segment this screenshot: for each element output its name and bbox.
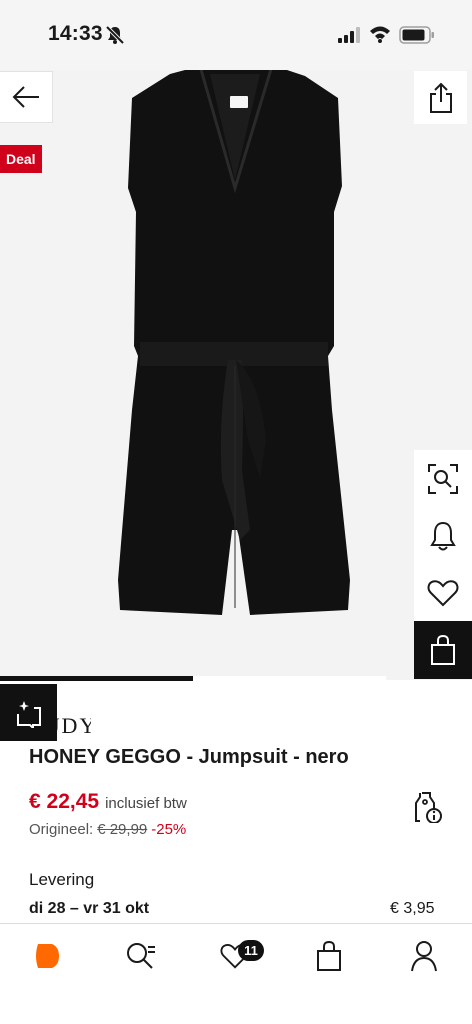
search-list-icon	[127, 943, 155, 969]
delivery-cost: € 3,95	[390, 900, 435, 917]
add-to-bag-button[interactable]	[414, 621, 472, 679]
similar-items-icon	[16, 700, 41, 728]
back-button[interactable]	[0, 71, 53, 123]
arrow-left-icon	[12, 86, 39, 108]
gallery-progress-fill	[0, 676, 193, 681]
tab-wishlist[interactable]: 11	[205, 934, 265, 978]
deal-badge: Deal	[0, 145, 42, 173]
original-price-row: Origineel: € 29,99 -25%	[29, 821, 186, 838]
mute-icon	[105, 25, 125, 45]
status-time: 14:33	[48, 22, 103, 45]
price-tag-info-icon	[415, 792, 442, 823]
tab-bag[interactable]	[299, 934, 359, 978]
original-price: € 29,99	[97, 821, 148, 838]
current-price: € 22,45	[29, 790, 100, 813]
delivery-label: Levering	[29, 870, 95, 889]
product-gallery[interactable]	[0, 0, 472, 680]
bag-icon	[431, 634, 455, 665]
share-button[interactable]	[414, 71, 467, 124]
side-actions	[414, 450, 472, 679]
price-row: € 22,45 inclusief btw	[29, 790, 187, 814]
vat-note: inclusief btw	[105, 795, 187, 812]
bell-icon	[430, 521, 456, 550]
price-alert-bell-button[interactable]	[414, 507, 472, 564]
discount-percent: -25%	[151, 821, 187, 838]
visual-search-button[interactable]	[414, 450, 472, 507]
product-image	[118, 65, 350, 615]
tab-account[interactable]	[394, 934, 454, 978]
gallery-progress	[0, 676, 386, 681]
similar-items-button[interactable]	[0, 684, 57, 741]
status-bar: 14:33	[0, 0, 472, 70]
zalando-logo-icon	[36, 944, 59, 968]
original-label: Origineel:	[29, 821, 94, 838]
product-title: HONEY GEGGO - Jumpsuit - nero	[29, 746, 349, 768]
wishlist-count-badge: 11	[238, 940, 264, 961]
tab-home[interactable]	[17, 934, 77, 978]
share-icon	[429, 82, 452, 113]
price-info-button[interactable]	[412, 790, 446, 824]
user-icon	[411, 941, 437, 972]
delivery-dates: di 28 – vr 31 okt	[29, 900, 150, 917]
bottom-tab-bar: 11	[0, 923, 472, 1024]
brand-name[interactable]: JDY	[51, 713, 91, 739]
signal-icon	[338, 27, 360, 43]
bag-icon	[317, 940, 341, 971]
wifi-icon	[370, 26, 390, 43]
heart-icon	[427, 579, 459, 606]
tab-search[interactable]	[111, 934, 171, 978]
wishlist-button[interactable]	[414, 564, 472, 621]
visual-search-icon	[428, 463, 458, 494]
battery-icon	[399, 26, 434, 44]
